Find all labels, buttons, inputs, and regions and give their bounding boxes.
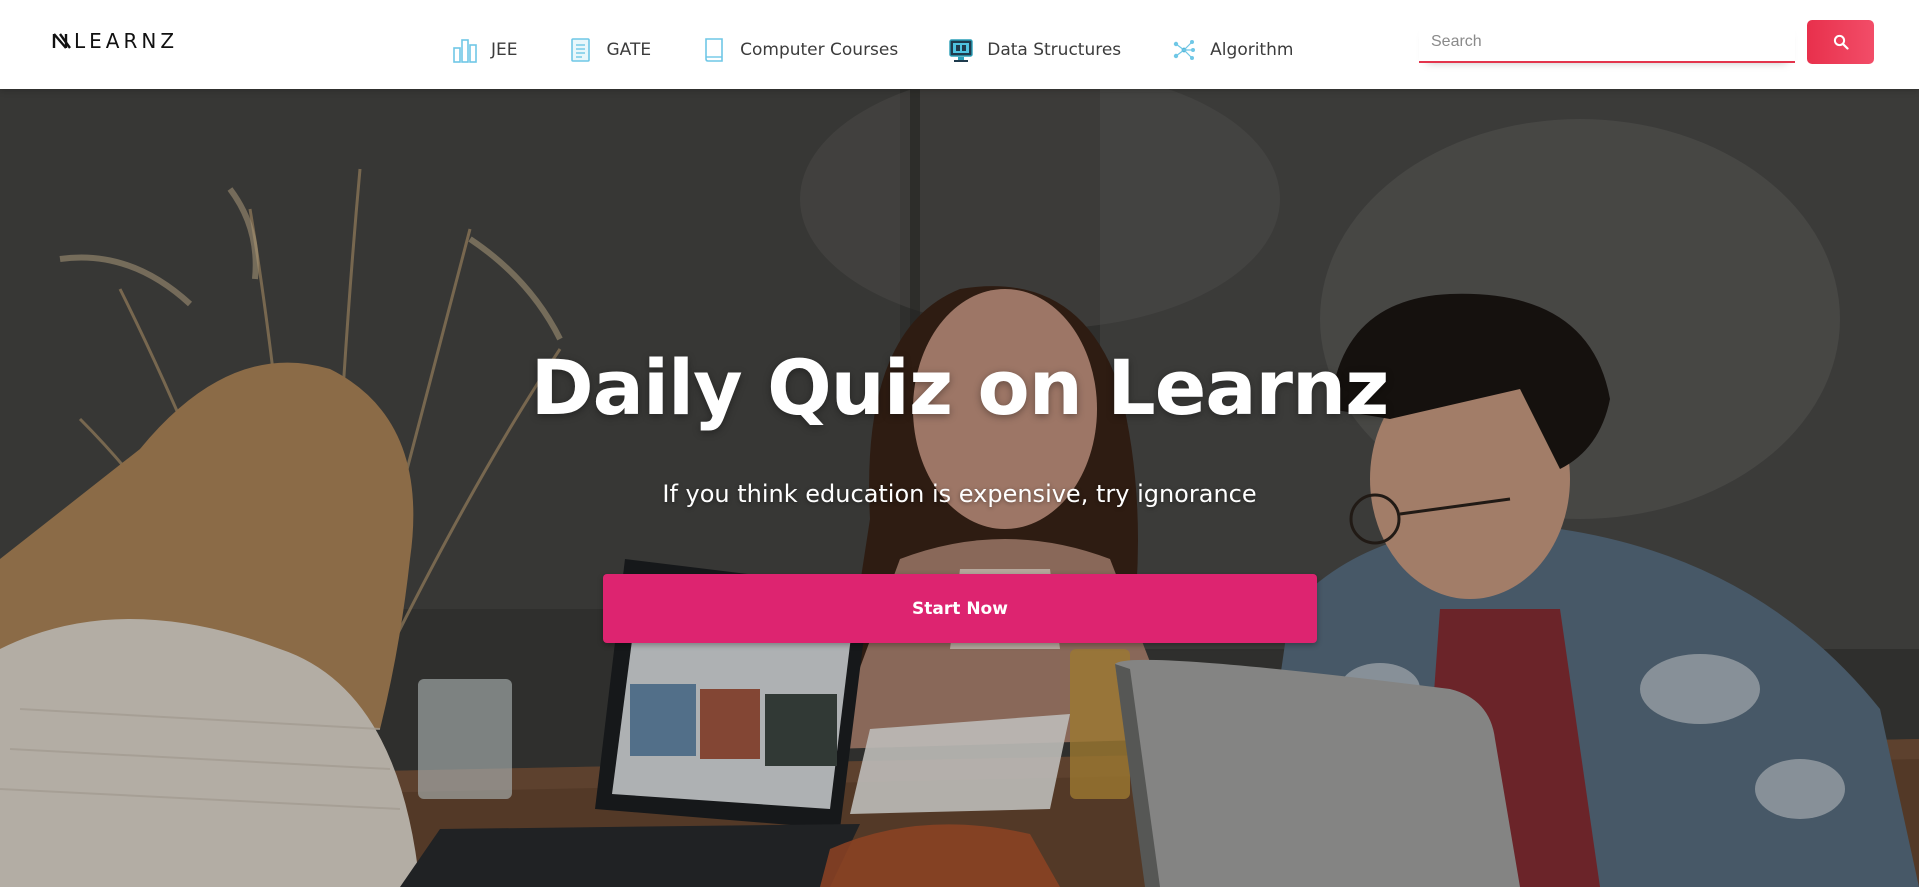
nav-item-algorithm[interactable]: Algorithm — [1171, 36, 1293, 64]
hero-subtitle: If you think education is expensive, try… — [662, 480, 1257, 508]
nav-item-label: Computer Courses — [740, 40, 899, 60]
brand-name: LEARNZ — [74, 29, 179, 53]
document-icon — [570, 38, 590, 62]
nav-item-label: Data Structures — [987, 40, 1122, 60]
nav-item-jee[interactable]: JEE — [452, 36, 518, 64]
nav-item-data-structures[interactable]: Data Structures — [948, 36, 1121, 64]
bar-chart-icon — [453, 39, 477, 63]
monitor-icon — [949, 39, 973, 62]
brand-logo[interactable]: LEARNZ — [52, 28, 178, 54]
logo-mark-icon — [52, 33, 71, 49]
network-icon — [1173, 40, 1196, 60]
search-icon — [1833, 34, 1849, 50]
nav-item-gate[interactable]: GATE — [568, 36, 652, 64]
book-icon — [705, 38, 723, 62]
search-input[interactable] — [1419, 22, 1795, 61]
search-button[interactable] — [1807, 20, 1874, 64]
nav-item-label: JEE — [491, 40, 518, 60]
search-box — [1419, 22, 1795, 63]
nav-item-label: Algorithm — [1210, 40, 1294, 60]
nav-item-computer-courses[interactable]: Computer Courses — [701, 36, 898, 64]
top-navbar: LEARNZ JEE GATE Computer Courses Data St… — [0, 0, 1919, 89]
hero-section: Daily Quiz on Learnz If you think educat… — [0, 89, 1919, 887]
start-now-button[interactable]: Start Now — [603, 574, 1317, 643]
main-nav: JEE GATE Computer Courses Data Structure… — [452, 34, 1343, 66]
nav-item-label: GATE — [606, 40, 652, 60]
hero-title: Daily Quiz on Learnz — [530, 343, 1390, 432]
